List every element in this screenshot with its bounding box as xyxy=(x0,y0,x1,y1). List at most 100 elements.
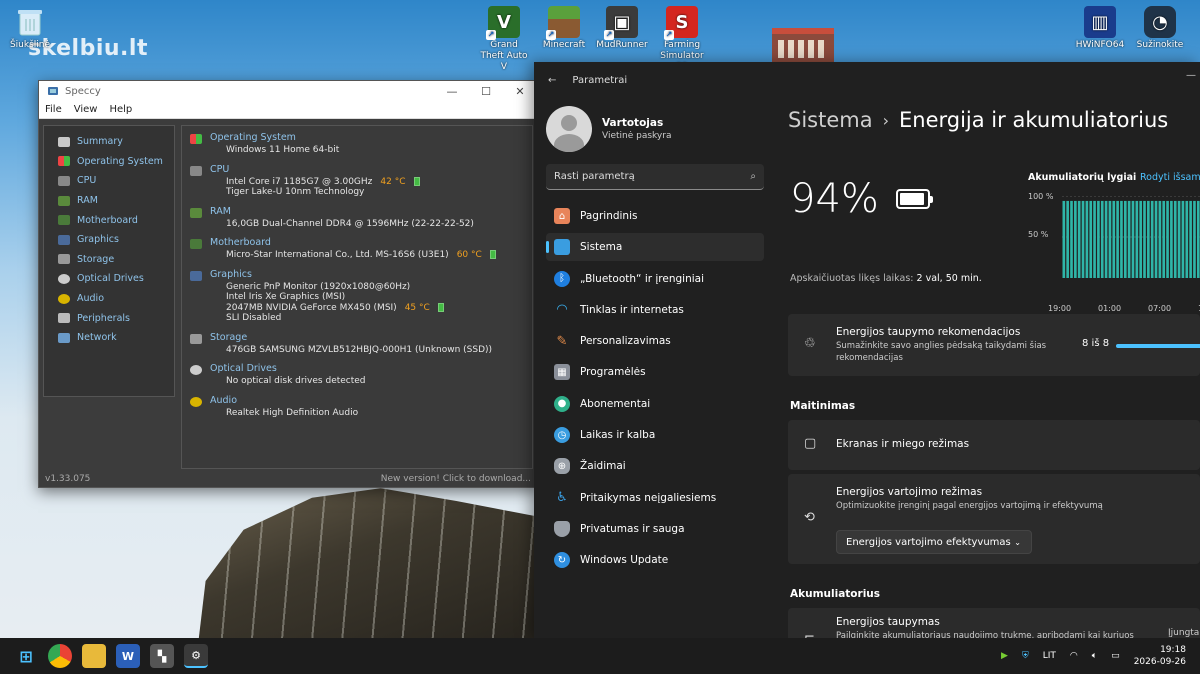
speccy-window[interactable]: Speccy — ☐ ✕ File View Help Summary Oper… xyxy=(38,80,538,488)
speccy-taskbar-icon[interactable]: ▚ xyxy=(150,644,174,668)
battery-level-bar xyxy=(1185,200,1189,278)
menu-help[interactable]: Help xyxy=(109,104,132,115)
section-audio: Audio Realtek High Definition Audio xyxy=(190,395,524,419)
nav-bluetooth[interactable]: ᛒ „Bluetooth“ ir įrenginiai xyxy=(546,265,764,293)
nav-system[interactable]: Sistema xyxy=(546,233,764,262)
battery-overview: 94% Apskaičiuotas likęs laikas: 2 val, 5… xyxy=(788,132,1200,313)
file-explorer-icon[interactable] xyxy=(82,644,106,668)
chevron-down-icon: ⌄ xyxy=(1014,537,1021,547)
volume-icon[interactable]: 🔈︎ xyxy=(1092,651,1097,661)
desktop-icon-minecraft[interactable]: ↗ Minecraft xyxy=(538,6,590,51)
speccy-titlebar[interactable]: Speccy — ☐ ✕ xyxy=(39,81,537,101)
desktop-icon-hwinfo[interactable]: ▥ HWiNFO64 xyxy=(1074,6,1126,51)
mb-temp: 60 °C xyxy=(456,250,482,260)
wifi-tray-icon[interactable]: ◠ xyxy=(1070,651,1078,661)
close-button[interactable]: ✕ xyxy=(503,85,537,98)
speccy-summary: Operating System Windows 11 Home 64-bit … xyxy=(181,125,533,469)
power-mode-dropdown[interactable]: Energijos vartojimo efektyvumas ⌄ xyxy=(836,530,1032,554)
battery-level-bar xyxy=(1166,200,1169,278)
nav-apps[interactable]: ▦ Programėlės xyxy=(546,358,764,386)
nav-peripherals[interactable]: Peripherals xyxy=(58,308,174,328)
nav-privacy[interactable]: Privatumas ir sauga xyxy=(546,515,764,543)
battery-level-bar xyxy=(1181,200,1185,278)
maximize-button[interactable]: ☐ xyxy=(469,85,503,98)
nvidia-icon[interactable]: ▶ xyxy=(1001,651,1008,661)
settings-gear-icon[interactable]: ⚙ xyxy=(184,644,208,668)
chrome-icon[interactable] xyxy=(48,644,72,668)
nav-audio[interactable]: Audio xyxy=(58,289,174,309)
battery-level-bar xyxy=(1062,200,1066,278)
minimize-button[interactable]: — xyxy=(435,85,469,98)
temp-indicator-icon xyxy=(413,176,420,186)
nav-network[interactable]: Network xyxy=(58,328,174,348)
nav-graphics[interactable]: Graphics xyxy=(58,230,174,250)
nav-network[interactable]: ◠ Tinklas ir internetas xyxy=(546,296,764,324)
nav-accounts[interactable]: ● Abonementai xyxy=(546,390,764,418)
x-tick-label: 07:00 xyxy=(1148,304,1172,313)
section-storage: Storage 476GB SAMSUNG MZVLB512HBJQ-000H1… xyxy=(190,332,524,356)
chart-plot xyxy=(1062,196,1200,278)
settings-titlebar[interactable]: ← Parametrai — xyxy=(534,62,1200,98)
nav-motherboard[interactable]: Motherboard xyxy=(58,210,174,230)
ram-icon xyxy=(58,195,70,206)
nav-storage[interactable]: Storage xyxy=(58,250,174,270)
battery-saver-state: Įjungta xyxy=(1168,628,1200,638)
disc-icon xyxy=(58,273,70,284)
word-icon[interactable]: W xyxy=(116,644,140,668)
minimize-button[interactable]: — xyxy=(1186,70,1196,81)
temp-indicator-icon xyxy=(437,302,444,312)
battery-level-bar xyxy=(1135,200,1139,278)
screen-sleep-card[interactable]: ▢ Ekranas ir miego režimas xyxy=(788,420,1200,470)
settings-window[interactable]: ← Parametrai — Vartotojas Vietinė paskyr… xyxy=(534,62,1200,638)
breadcrumb: Sistema › Energija ir akumuliatorius xyxy=(788,108,1200,132)
desktop-icon-learn[interactable]: ◔ Sužinokite xyxy=(1134,6,1186,51)
motherboard-icon xyxy=(190,239,202,249)
section-motherboard: Motherboard Micro-Star International Co.… xyxy=(190,237,524,261)
battery-remaining: Apskaičiuotas likęs laikas: 2 val, 50 mi… xyxy=(790,273,982,284)
nav-ram[interactable]: RAM xyxy=(58,191,174,211)
nav-time-language[interactable]: ◷ Laikas ir kalba xyxy=(546,421,764,449)
nav-optical[interactable]: Optical Drives xyxy=(58,269,174,289)
home-icon: ⌂ xyxy=(554,208,570,224)
security-shield-icon[interactable]: ⛨ xyxy=(1022,651,1029,661)
desktop-icon-recycle-bin[interactable]: Šiukšlinė xyxy=(4,6,56,51)
nav-os[interactable]: Operating System xyxy=(58,152,174,172)
nav-home[interactable]: ⌂ Pagrindinis xyxy=(546,202,764,230)
battery-level-bar xyxy=(1196,200,1200,278)
windows-flag-icon xyxy=(190,134,202,144)
farming-icon: S ↗ xyxy=(664,6,698,40)
nav-personalization[interactable]: ✎ Personalizavimas xyxy=(546,327,764,355)
search-input[interactable]: Rasti parametrą ⌕ xyxy=(546,164,764,190)
back-arrow-icon[interactable]: ← xyxy=(548,75,556,86)
breadcrumb-parent[interactable]: Sistema xyxy=(788,108,873,132)
battery-level-bar xyxy=(1104,200,1108,278)
windows-start-icon[interactable]: ⊞ xyxy=(14,644,38,668)
nav-windows-update[interactable]: ↻ Windows Update xyxy=(546,546,764,574)
monitor-icon xyxy=(190,270,202,281)
user-profile[interactable]: Vartotojas Vietinė paskyra xyxy=(534,98,774,164)
motherboard-icon xyxy=(58,215,70,226)
battery-level-bar xyxy=(1077,200,1081,278)
desktop-icon-mudrunner[interactable]: ▣ ↗ MudRunner xyxy=(596,6,648,51)
energy-recommendations-card[interactable]: ♲ Energijos taupymo rekomendacijos Sumaž… xyxy=(788,314,1200,376)
nav-cpu[interactable]: CPU xyxy=(58,171,174,191)
battery-level-bar xyxy=(1093,200,1096,278)
hwinfo-icon: ▥ xyxy=(1084,6,1116,38)
gpu-temp: 45 °C xyxy=(404,302,430,313)
nav-summary[interactable]: Summary xyxy=(58,132,174,152)
update-link[interactable]: New version! Click to download... xyxy=(381,474,531,484)
settings-title: Parametrai xyxy=(572,74,628,86)
accessibility-icon: ♿ xyxy=(556,490,568,506)
nav-gaming[interactable]: ⊕ Žaidimai xyxy=(546,452,764,480)
language-indicator[interactable]: LIT xyxy=(1043,651,1056,661)
desktop-icon-gta[interactable]: V ↗ Grand Theft Auto V xyxy=(478,6,530,73)
disc-icon xyxy=(190,365,202,375)
battery-saver-card[interactable]: ⊏ Energijos taupymas Pailginkite akumuli… xyxy=(788,608,1200,638)
menu-file[interactable]: File xyxy=(45,104,62,115)
nav-accessibility[interactable]: ♿ Pritaikymas neįgaliesiems xyxy=(546,484,764,512)
clock[interactable]: 19:18 2026-09-26 xyxy=(1134,644,1186,668)
battery-tray-icon[interactable]: ▭ xyxy=(1111,651,1120,661)
show-details-link[interactable]: Rodyti išsamią xyxy=(1140,172,1200,183)
ram-icon xyxy=(190,207,202,218)
menu-view[interactable]: View xyxy=(74,104,98,115)
